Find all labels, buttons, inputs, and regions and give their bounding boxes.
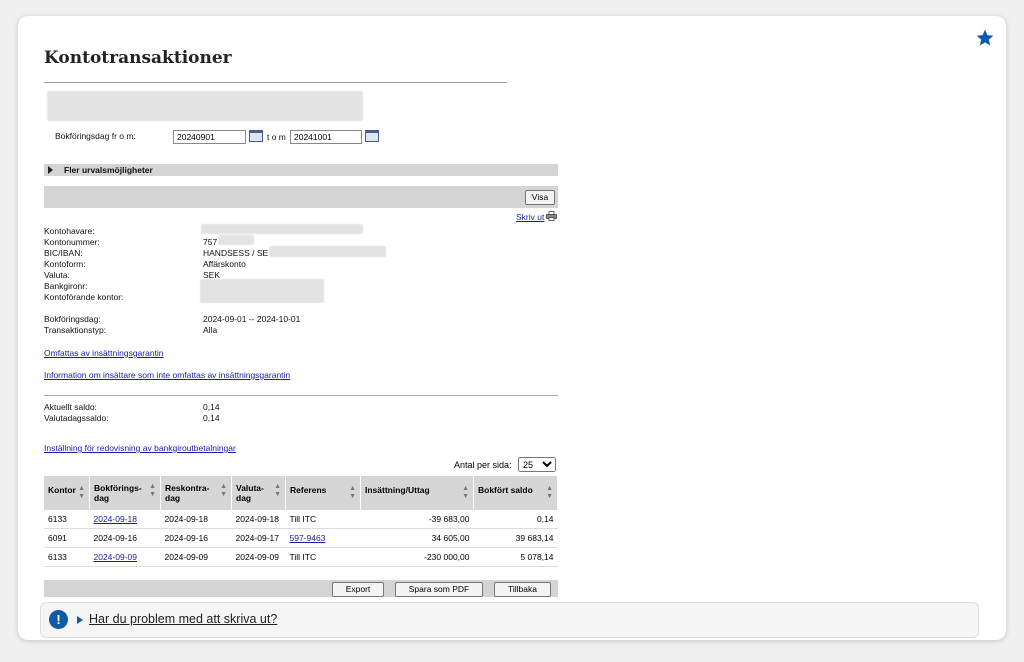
account-number-value: 757 (203, 237, 218, 247)
back-button[interactable]: Tillbaka (494, 582, 551, 597)
sort-icon: ▲ ▼ (462, 485, 469, 500)
cell-valutadag: 2024-09-18 (231, 510, 286, 529)
transaction-type-label: Transaktionstyp: (44, 325, 107, 335)
sort-icon: ▲ ▼ (274, 483, 281, 498)
redacted-account-holder (201, 224, 363, 234)
cell-balance: 39 683,14 (473, 528, 558, 548)
booking-date-link[interactable]: 2024-09-18 (94, 514, 137, 524)
cell-reskontradag: 2024-09-09 (160, 547, 232, 567)
col-bokforingsdag[interactable]: ▲ ▼ Bokförings-dag (89, 476, 161, 510)
from-date-label: Bokföringsdag fr o m: (55, 131, 136, 141)
redacted-bankgiro-branch (200, 279, 324, 303)
cell-reskontradag: 2024-09-16 (160, 528, 232, 548)
per-page-select[interactable]: 25 (518, 457, 556, 472)
show-button[interactable]: Visa (525, 190, 555, 205)
title-divider (44, 82, 507, 83)
bic-iban-label: BIC/IBAN: (44, 248, 83, 258)
calendar-icon[interactable] (365, 130, 379, 142)
col-insattning-uttag[interactable]: ▲ ▼ Insättning/Uttag (360, 476, 474, 510)
cell-kontor: 6091 (44, 528, 90, 548)
col-valutadag[interactable]: ▲ ▼ Valuta-dag (231, 476, 286, 510)
balance-divider (44, 395, 558, 396)
value-date-balance-value: 0,14 (203, 413, 220, 423)
sort-icon: ▲ ▼ (78, 485, 85, 500)
cell-amount: 34 605,00 (360, 528, 474, 548)
cell-referens: Till ITC (285, 547, 361, 567)
more-options-bar[interactable]: Fler urvalsmöjligheter (44, 164, 558, 176)
sort-icon: ▲ ▼ (220, 483, 227, 498)
account-form-value: Affärskonto (203, 259, 246, 269)
table-row: 6133 2024-09-18 2024-09-18 2024-09-18 Ti… (44, 510, 558, 529)
cell-balance: 0,14 (473, 510, 558, 529)
account-form-label: Kontoform: (44, 259, 86, 269)
sort-icon: ▲ ▼ (149, 483, 156, 498)
cell-amount: -230 000,00 (360, 547, 474, 567)
current-balance-label: Aktuellt saldo: (44, 402, 97, 412)
account-holder-label: Kontohavare: (44, 226, 95, 236)
period-label: Bokföringsdag: (44, 314, 101, 324)
print-link[interactable]: Skriv ut (516, 212, 544, 222)
cell-referens: Till ITC (285, 510, 361, 529)
sort-icon: ▲ ▼ (546, 485, 553, 500)
export-button[interactable]: Export (332, 582, 384, 597)
booking-date-link[interactable]: 2024-09-09 (94, 552, 137, 562)
reference-link[interactable]: 597-9463 (290, 533, 326, 543)
deposit-guarantee-link[interactable]: Omfattas av insättningsgarantin (44, 348, 164, 358)
bankgiro-label: Bankgironr: (44, 281, 88, 291)
transaction-type-value: Alla (203, 325, 218, 335)
col-bokfort-saldo[interactable]: ▲ ▼ Bokfört saldo (473, 476, 558, 510)
expand-arrow-icon (48, 166, 53, 174)
col-reskontradag[interactable]: ▲ ▼ Reskontra-dag (160, 476, 232, 510)
table-row: 6133 2024-09-09 2024-09-09 2024-09-09 Ti… (44, 547, 558, 567)
action-bar (44, 186, 558, 208)
value-date-balance-label: Valutadagssaldo: (44, 413, 109, 423)
to-date-label: t o m (267, 132, 286, 142)
not-covered-info-link[interactable]: Information om insättare som inte omfatt… (44, 370, 290, 380)
period-value: 2024-09-01 -- 2024-10-01 (203, 314, 301, 324)
print-help-link[interactable]: Har du problem med att skriva ut? (89, 612, 277, 626)
save-pdf-button[interactable]: Spara som PDF (395, 582, 483, 597)
cell-valutadag: 2024-09-17 (231, 528, 286, 548)
favorite-star-icon[interactable] (975, 28, 995, 48)
currency-label: Valuta: (44, 270, 70, 280)
redacted-iban (269, 246, 386, 257)
account-number-label: Kontonummer: (44, 237, 100, 247)
per-page-label: Antal per sida: (454, 460, 512, 470)
col-kontor[interactable]: ▲ ▼ Kontor (44, 476, 90, 510)
cell-amount: -39 683,00 (360, 510, 474, 529)
cell-kontor: 6133 (44, 547, 90, 567)
current-balance-value: 0,14 (203, 402, 220, 412)
calendar-icon[interactable] (249, 130, 263, 142)
transactions-table: ▲ ▼ Kontor ▲ ▼ Bokförings-dag ▲ ▼ Reskontra-da… (44, 476, 558, 567)
cell-valutadag: 2024-09-09 (231, 547, 286, 567)
print-help-panel[interactable]: ! Har du problem med att skriva ut? (40, 602, 979, 638)
page-title: Kontotransaktioner (44, 48, 232, 68)
expand-arrow-icon (77, 616, 83, 624)
redacted-account-number (218, 235, 254, 245)
cell-kontor: 6133 (44, 510, 90, 529)
bic-iban-value: HANDSESS / SE (203, 248, 269, 258)
cell-balance: 5 078,14 (473, 547, 558, 567)
col-referens[interactable]: ▲ ▼ Referens (285, 476, 361, 510)
table-row: 6091 2024-09-16 2024-09-16 2024-09-17 59… (44, 528, 558, 548)
from-date-input[interactable]: 20240901 (173, 130, 246, 144)
info-icon: ! (49, 610, 68, 629)
branch-label: Kontoförande kontor: (44, 292, 124, 302)
printer-icon[interactable] (546, 211, 557, 221)
to-date-input[interactable]: 20241001 (290, 130, 362, 144)
more-options-label: Fler urvalsmöjligheter (64, 165, 153, 175)
bankgiro-settings-link[interactable]: Inställning för redovisning av bankgirou… (44, 443, 236, 453)
sort-icon: ▲ ▼ (349, 485, 356, 500)
cell-bokforingsdag: 2024-09-16 (89, 528, 161, 548)
cell-reskontradag: 2024-09-18 (160, 510, 232, 529)
redacted-account-selector (47, 91, 363, 121)
table-header-row: ▲ ▼ Kontor ▲ ▼ Bokförings-dag ▲ ▼ Reskontra-da… (44, 476, 558, 510)
